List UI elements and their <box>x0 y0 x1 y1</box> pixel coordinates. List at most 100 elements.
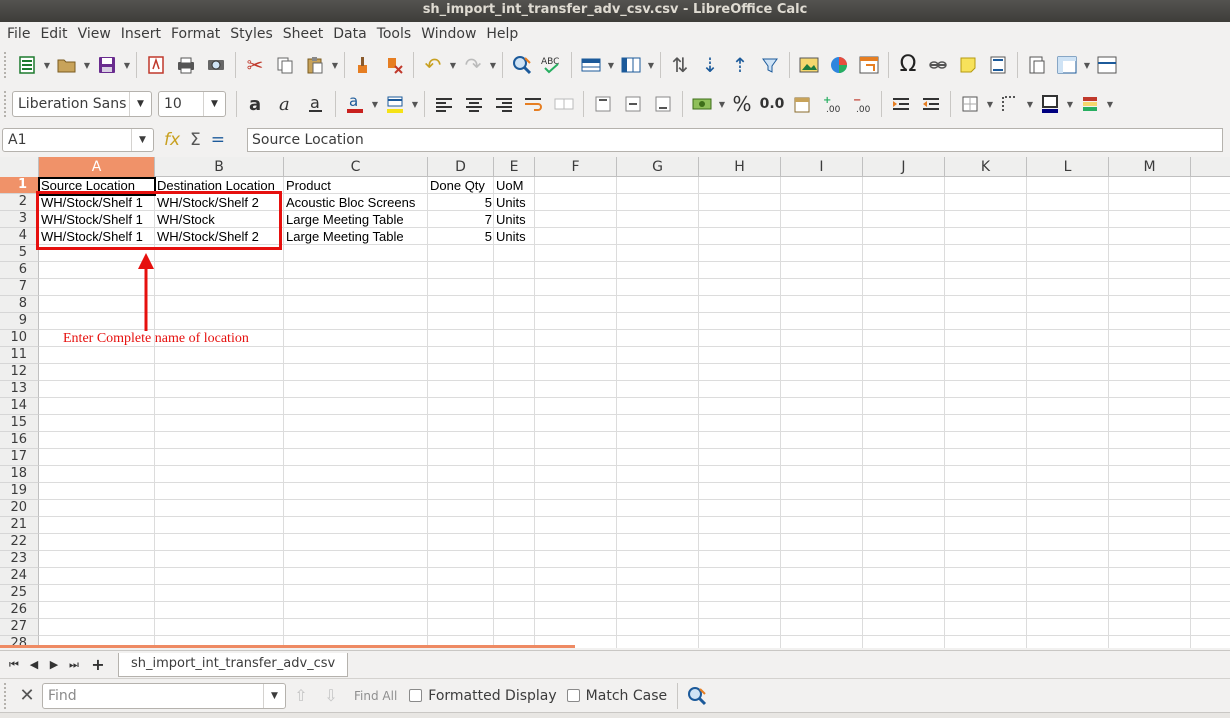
define-print-area-icon[interactable] <box>1022 50 1052 80</box>
row-dropdown-icon[interactable]: ▼ <box>606 50 616 80</box>
match-case-checkbox[interactable] <box>566 689 580 702</box>
row-header-27[interactable]: 27 <box>0 619 39 636</box>
table-cell[interactable]: Acoustic Bloc Screens <box>284 194 428 211</box>
row-header-8[interactable]: 8 <box>0 296 39 313</box>
redo-dropdown-icon[interactable]: ▼ <box>488 50 498 80</box>
new-document-icon[interactable] <box>12 50 42 80</box>
row-header-21[interactable]: 21 <box>0 517 39 534</box>
paste-icon[interactable] <box>300 50 330 80</box>
clear-formatting-icon[interactable] <box>379 50 409 80</box>
chevron-down-icon[interactable]: ▼ <box>131 129 153 151</box>
menu-data[interactable]: Data <box>328 22 371 46</box>
font-size-combo[interactable]: 10 ▼ <box>158 91 226 117</box>
freeze-rows-columns-icon[interactable] <box>1052 50 1082 80</box>
freeze-dropdown-icon[interactable]: ▼ <box>1082 50 1092 80</box>
column-header-g[interactable]: G <box>617 157 699 177</box>
spellcheck-icon[interactable]: ABC <box>537 50 567 80</box>
row-header-10[interactable]: 10 <box>0 330 39 347</box>
spreadsheet-grid[interactable]: ABCDEFGHIJKLM 1 2 3 4 5 6 7 8 9 10 11 12 13 14 15 16 17 1… <box>0 157 1230 648</box>
row-header-1[interactable]: 1 <box>0 177 39 194</box>
table-cell[interactable]: 5 <box>428 194 494 211</box>
menu-file[interactable]: File <box>2 22 35 46</box>
increase-indent-icon[interactable] <box>886 89 916 119</box>
table-cell[interactable]: Units <box>494 194 535 211</box>
row-header-26[interactable]: 26 <box>0 602 39 619</box>
border-style-dropdown-icon[interactable]: ▼ <box>1025 89 1035 119</box>
split-window-icon[interactable] <box>1092 50 1122 80</box>
menu-edit[interactable]: Edit <box>35 22 72 46</box>
row-header-9[interactable]: 9 <box>0 313 39 330</box>
column-header-c[interactable]: C <box>284 157 428 177</box>
row-header-7[interactable]: 7 <box>0 279 39 296</box>
menu-insert[interactable]: Insert <box>116 22 166 46</box>
borders-dropdown-icon[interactable]: ▼ <box>985 89 995 119</box>
border-color-icon[interactable] <box>1035 89 1065 119</box>
name-box[interactable]: A1 ▼ <box>2 128 154 152</box>
table-cell[interactable]: Units <box>494 228 535 245</box>
menu-view[interactable]: View <box>73 22 116 46</box>
row-header-17[interactable]: 17 <box>0 449 39 466</box>
bold-icon[interactable]: a <box>241 89 271 119</box>
row-header-13[interactable]: 13 <box>0 381 39 398</box>
column-header-k[interactable]: K <box>945 157 1027 177</box>
column-header-e[interactable]: E <box>494 157 535 177</box>
save-icon[interactable] <box>92 50 122 80</box>
find-next-icon[interactable]: ⇩ <box>316 681 346 711</box>
toolbar-grip[interactable] <box>4 52 8 78</box>
column-header-j[interactable]: J <box>863 157 945 177</box>
formula-input[interactable]: Source Location <box>247 128 1223 152</box>
pivot-table-icon[interactable] <box>854 50 884 80</box>
table-cell[interactable]: WH/Stock/Shelf 1 <box>39 194 155 211</box>
undo-dropdown-icon[interactable]: ▼ <box>448 50 458 80</box>
menu-tools[interactable]: Tools <box>372 22 417 46</box>
table-cell[interactable]: Large Meeting Table <box>284 211 428 228</box>
save-dropdown-icon[interactable]: ▼ <box>122 50 132 80</box>
toolbar-grip[interactable] <box>4 682 8 709</box>
row-header-6[interactable]: 6 <box>0 262 39 279</box>
row-header-14[interactable]: 14 <box>0 398 39 415</box>
header-cell[interactable]: Product <box>284 177 428 194</box>
open-folder-icon[interactable] <box>52 50 82 80</box>
previous-sheet-icon[interactable]: ◀ <box>24 653 44 677</box>
find-input[interactable]: Find ▼ <box>42 682 286 709</box>
select-all-corner[interactable] <box>0 157 39 177</box>
row-header-12[interactable]: 12 <box>0 364 39 381</box>
export-pdf-icon[interactable] <box>141 50 171 80</box>
sort-icon[interactable]: ⇅ <box>665 50 695 80</box>
row-header-5[interactable]: 5 <box>0 245 39 262</box>
close-icon[interactable]: ✕ <box>12 681 42 711</box>
column-dropdown-icon[interactable]: ▼ <box>646 50 656 80</box>
align-bottom-icon[interactable] <box>648 89 678 119</box>
headers-footers-icon[interactable] <box>983 50 1013 80</box>
highlight-dropdown-icon[interactable]: ▼ <box>410 89 420 119</box>
find-all-button[interactable]: Find All <box>354 689 397 703</box>
column-header-m[interactable]: M <box>1109 157 1191 177</box>
header-cell[interactable]: Destination Location <box>155 177 284 194</box>
underline-icon[interactable]: a <box>301 89 331 119</box>
print-icon[interactable] <box>171 50 201 80</box>
row-header-18[interactable]: 18 <box>0 466 39 483</box>
sum-icon[interactable]: Σ <box>190 130 201 150</box>
sort-ascending-icon[interactable]: ⇣ <box>695 50 725 80</box>
menu-styles[interactable]: Styles <box>225 22 277 46</box>
currency-format-icon[interactable] <box>687 89 717 119</box>
horizontal-scroll-indicator[interactable] <box>0 645 575 648</box>
row-header-23[interactable]: 23 <box>0 551 39 568</box>
column-header-f[interactable]: F <box>535 157 617 177</box>
font-color-icon[interactable]: a <box>340 89 370 119</box>
function-wizard-icon[interactable]: fx <box>164 130 180 150</box>
wrap-text-icon[interactable] <box>519 89 549 119</box>
align-top-icon[interactable] <box>588 89 618 119</box>
add-decimal-icon[interactable]: + .00 <box>817 89 847 119</box>
number-format-icon[interactable]: 0.0 <box>757 89 787 119</box>
paste-dropdown-icon[interactable]: ▼ <box>330 50 340 80</box>
column-header-d[interactable]: D <box>428 157 494 177</box>
last-sheet-icon[interactable]: ⏭ <box>64 653 84 677</box>
align-left-icon[interactable] <box>429 89 459 119</box>
special-character-icon[interactable]: Ω <box>893 50 923 80</box>
row-header-4[interactable]: 4 <box>0 228 39 245</box>
header-cell[interactable]: UoM <box>494 177 535 194</box>
autofilter-icon[interactable] <box>755 50 785 80</box>
chevron-down-icon[interactable]: ▼ <box>129 92 151 116</box>
clone-formatting-icon[interactable] <box>349 50 379 80</box>
